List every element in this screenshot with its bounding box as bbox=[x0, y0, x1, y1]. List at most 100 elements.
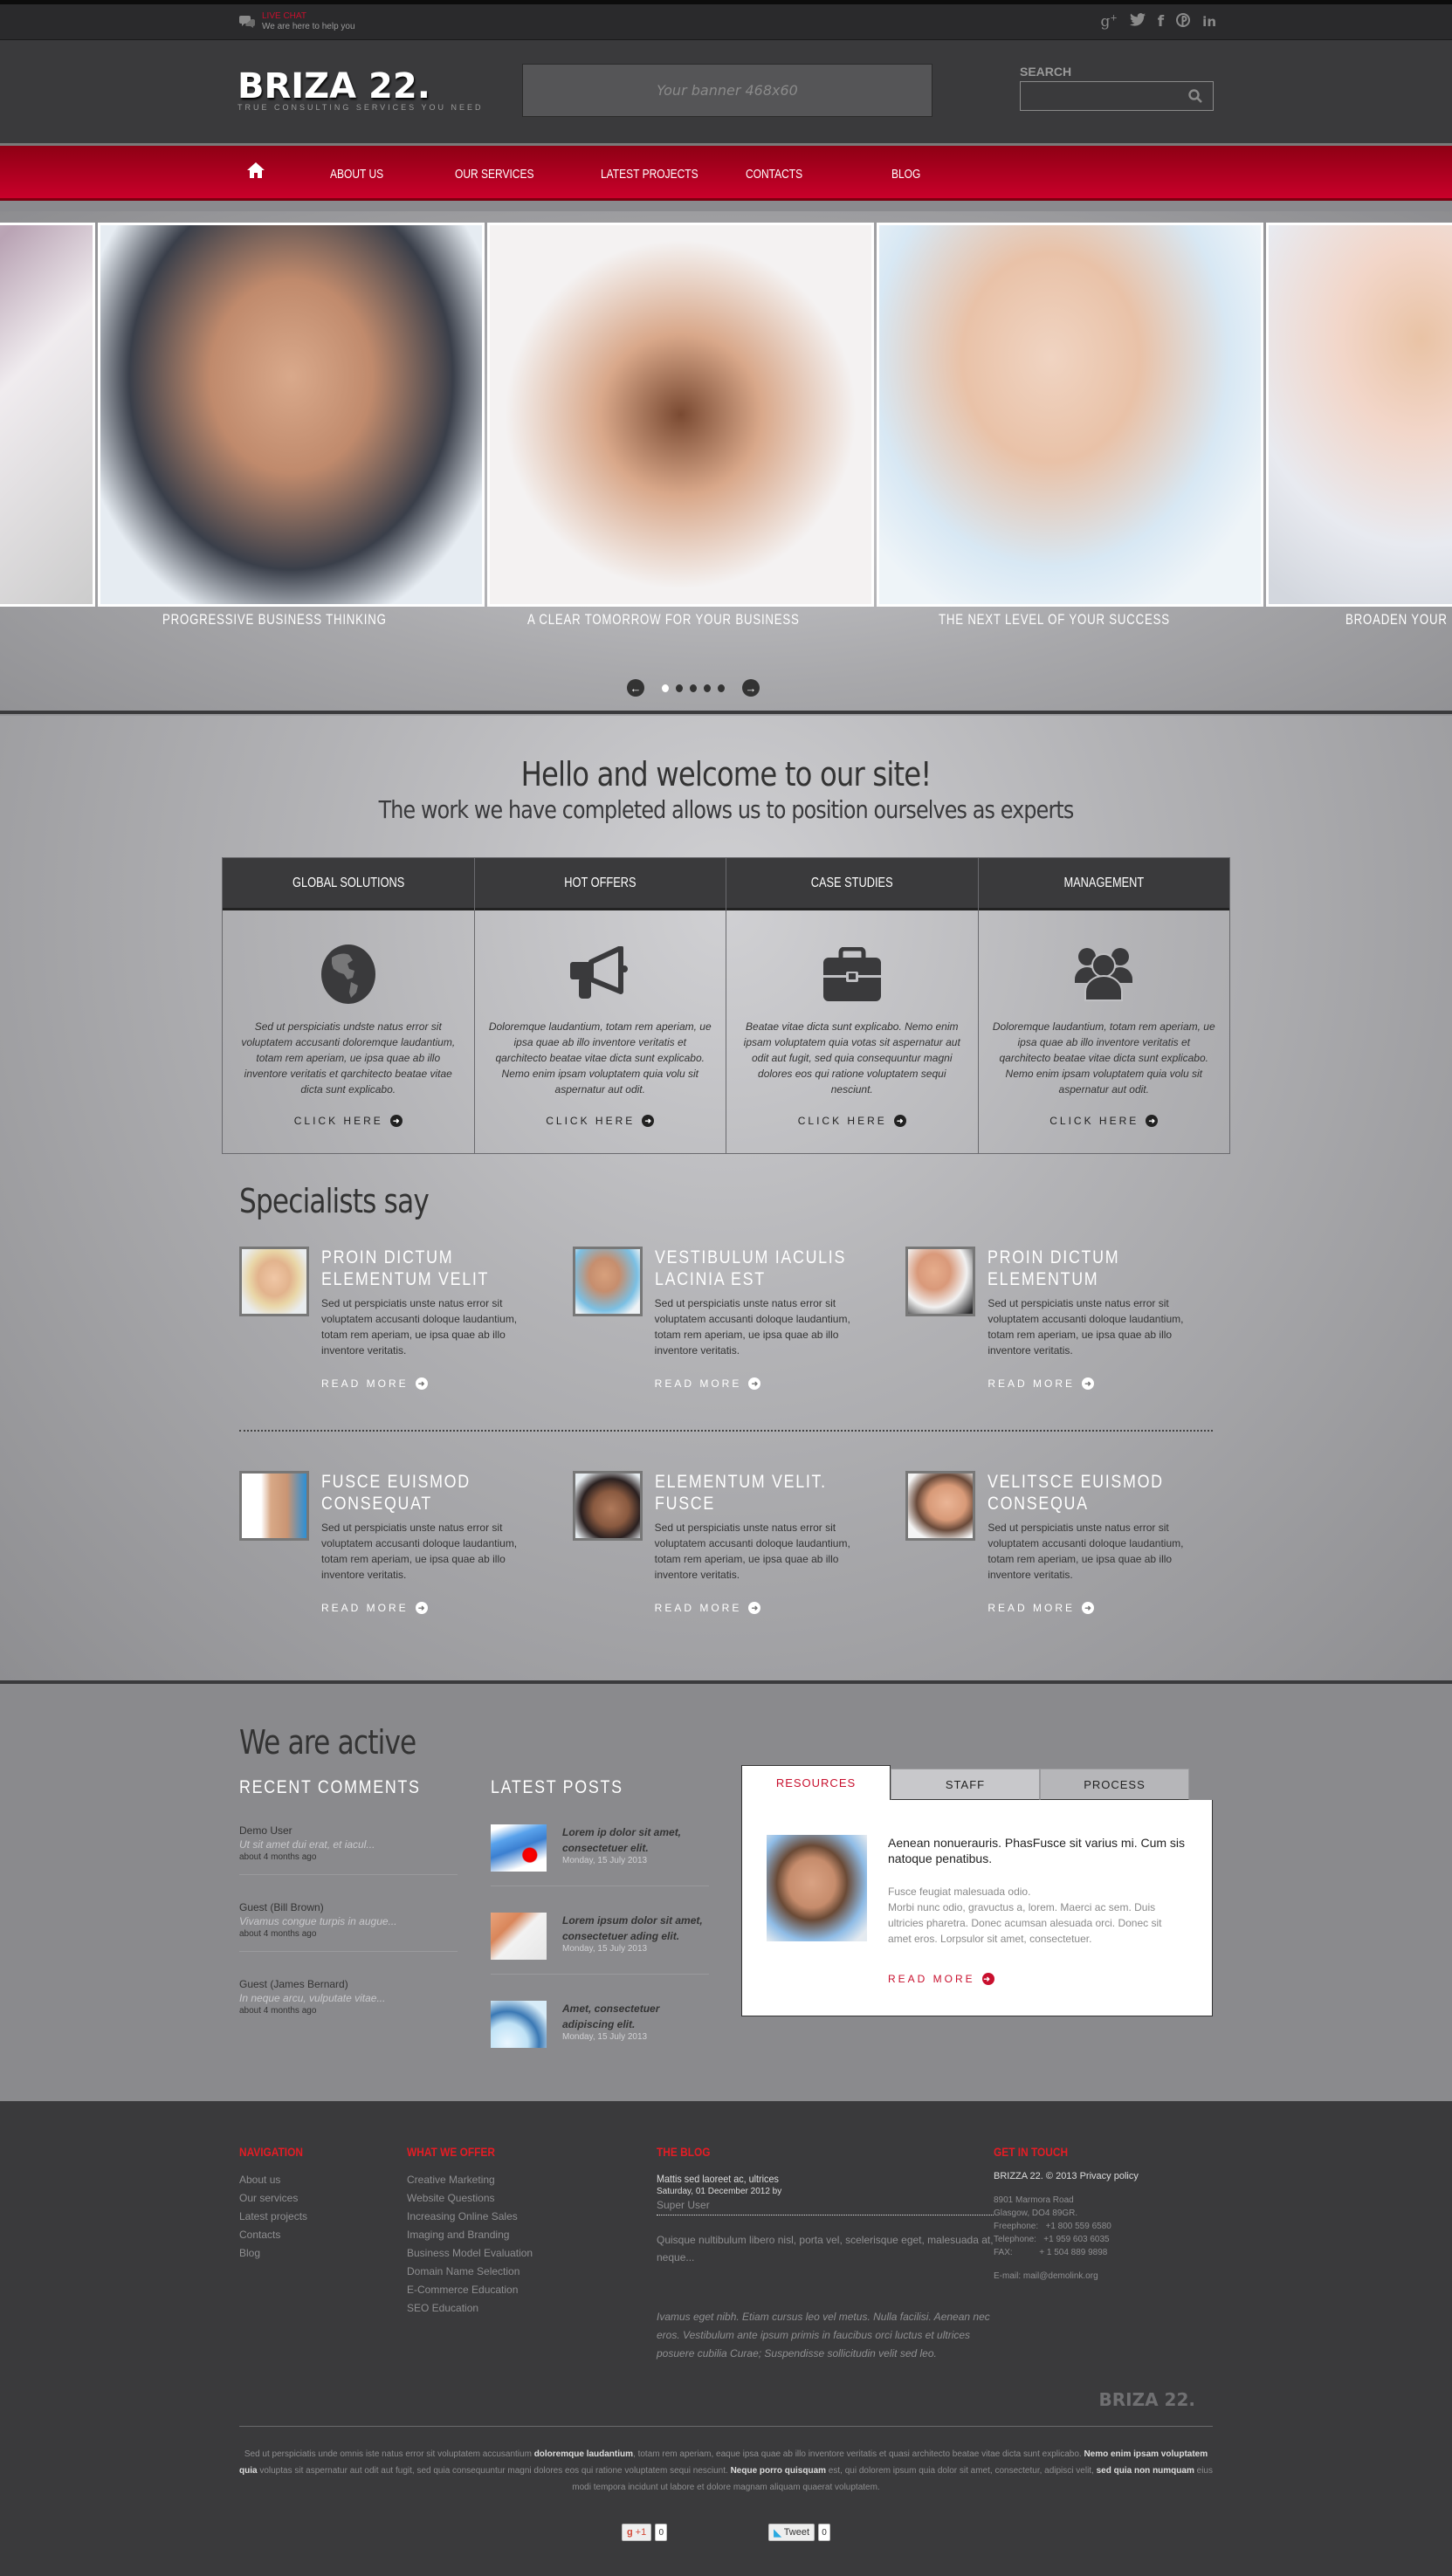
search-box bbox=[1020, 81, 1214, 111]
slide-caption: A CLEAR TOMORROW FOR YOUR BUSINESS bbox=[527, 611, 800, 628]
tweet-label: Tweet bbox=[783, 2527, 810, 2538]
slider-dot[interactable] bbox=[718, 683, 725, 692]
footer-offer-link[interactable]: Imaging and Branding bbox=[407, 2226, 657, 2244]
post-item[interactable]: Amet, consectetuer adipiscing elit. Mond… bbox=[491, 1975, 709, 2062]
google-plus-share[interactable]: g +1 0 bbox=[621, 2524, 668, 2541]
twitter-icon[interactable] bbox=[1129, 13, 1146, 31]
read-more-link[interactable]: READ MORE ➜ bbox=[655, 1602, 761, 1614]
google-plus-icon[interactable]: g+ bbox=[1100, 13, 1117, 31]
footer-link-blog[interactable]: Blog bbox=[239, 2244, 407, 2263]
feature-text: Doloremque laudantium, totam rem aperiam… bbox=[992, 1020, 1215, 1096]
footer-offer: WHAT WE OFFER Creative Marketing Website… bbox=[407, 2145, 657, 2363]
email[interactable]: E-mail: mail@demolink.org bbox=[994, 2270, 1212, 2283]
click-here-link[interactable]: CLICK HERE ➜ bbox=[294, 1115, 403, 1127]
specialist-card: PROIN DICTUM ELEMENTUM Sed ut perspiciat… bbox=[905, 1247, 1213, 1421]
post-title: Lorem ip dolor sit amet, consectetuer el… bbox=[562, 1826, 682, 1854]
slider-dot[interactable] bbox=[704, 683, 711, 692]
post-item[interactable]: Lorem ipsum dolor sit amet, consectetuer… bbox=[491, 1886, 709, 1975]
blog-post-title[interactable]: Mattis sed laoreet ac, ultrices bbox=[657, 2171, 960, 2187]
divider bbox=[0, 711, 1452, 716]
footer-link-about-us[interactable]: About us bbox=[239, 2171, 407, 2189]
search-input[interactable] bbox=[1021, 82, 1178, 110]
banner-placeholder[interactable]: Your banner 468x60 bbox=[522, 64, 932, 117]
pinterest-icon[interactable] bbox=[1176, 12, 1191, 31]
footer: NAVIGATION About us Our services Latest … bbox=[0, 2101, 1452, 2576]
slide-image[interactable] bbox=[98, 223, 485, 607]
comment-item[interactable]: Demo User Ut sit amet dui erat, et iacul… bbox=[239, 1798, 458, 1875]
logo[interactable]: BRIZA 22. TRUE CONSULTING SERVICES YOU N… bbox=[237, 66, 484, 112]
footer-link-our-services[interactable]: Our services bbox=[239, 2189, 407, 2208]
linkedin-icon[interactable]: in bbox=[1202, 14, 1216, 30]
tab-staff[interactable]: STAFF bbox=[891, 1769, 1040, 1800]
arrow-circle-right-icon: ➜ bbox=[1082, 1602, 1095, 1614]
post-item[interactable]: Lorem ip dolor sit amet, consectetuer el… bbox=[491, 1798, 709, 1886]
footer-offer-link[interactable]: Increasing Online Sales bbox=[407, 2208, 657, 2226]
click-here-link[interactable]: CLICK HERE ➜ bbox=[798, 1115, 906, 1127]
footer-blog-title: THE BLOG bbox=[657, 2145, 711, 2159]
read-more-link[interactable]: READ MORE ➜ bbox=[987, 1602, 1095, 1614]
facebook-icon[interactable]: f bbox=[1158, 13, 1164, 31]
arrow-circle-right-icon: ➜ bbox=[1146, 1115, 1159, 1127]
slide-image[interactable] bbox=[1266, 223, 1452, 607]
footer-offer-link[interactable]: Business Model Evaluation bbox=[407, 2244, 657, 2263]
nav-our-services[interactable]: OUR SERVICES bbox=[455, 167, 533, 182]
read-more-link[interactable]: READ MORE ➜ bbox=[987, 1377, 1095, 1390]
slider-dot[interactable] bbox=[676, 683, 683, 692]
comment-date: about 4 months ago bbox=[239, 2006, 317, 2016]
specialist-name: VESTIBULUM IACULIS LACINIA EST bbox=[654, 1247, 846, 1289]
main-nav: ABOUT US OUR SERVICES LATEST PROJECTS CO… bbox=[0, 143, 1452, 201]
footer-logo[interactable]: BRIZA 22. bbox=[239, 2389, 1213, 2410]
nav-contacts[interactable]: CONTACTS bbox=[746, 167, 802, 182]
footer-offer-link[interactable]: E-Commerce Education bbox=[407, 2281, 657, 2299]
live-chat[interactable]: LIVE CHAT We are here to help you bbox=[239, 11, 355, 32]
slider-dot[interactable] bbox=[690, 683, 697, 692]
comment-item[interactable]: Guest (Bill Brown) Vivamus congue turpis… bbox=[239, 1875, 458, 1952]
nav-latest-projects[interactable]: LATEST PROJECTS bbox=[601, 167, 698, 182]
tab-process[interactable]: PROCESS bbox=[1040, 1769, 1189, 1800]
dotted-divider bbox=[239, 1430, 1213, 1432]
slide-image[interactable] bbox=[0, 223, 95, 607]
nav-blog[interactable]: BLOG bbox=[891, 167, 920, 182]
arrow-circle-right-icon: ➜ bbox=[748, 1602, 761, 1614]
read-more-link[interactable]: READ MORE ➜ bbox=[321, 1377, 428, 1390]
footer-offer-link[interactable]: Creative Marketing bbox=[407, 2171, 657, 2189]
blog-date: Saturday, 01 December 2012 by bbox=[657, 2187, 782, 2196]
search-icon[interactable] bbox=[1188, 89, 1202, 103]
slide-image[interactable] bbox=[877, 223, 1263, 607]
click-here-link[interactable]: CLICK HERE ➜ bbox=[546, 1115, 655, 1127]
next-arrow-icon[interactable]: → bbox=[742, 679, 760, 697]
slider-dot[interactable] bbox=[662, 683, 669, 692]
footer-text-part: , totam rem aperiam, eaque ipsa quae ab … bbox=[633, 2449, 1084, 2459]
footer-link-contacts[interactable]: Contacts bbox=[239, 2226, 407, 2244]
nav-about-us[interactable]: ABOUT US bbox=[330, 167, 383, 182]
freephone: Freephone: +1 800 559 6580 bbox=[994, 2222, 1111, 2231]
tab-panel: Aenean nonuerauris. PhasFusce sit varius… bbox=[741, 1800, 1213, 2016]
blog-author-link[interactable]: Super User bbox=[657, 2196, 994, 2215]
footer-offer-link[interactable]: Website Questions bbox=[407, 2189, 657, 2208]
read-more-link[interactable]: READ MORE ➜ bbox=[321, 1602, 428, 1614]
tab-resources[interactable]: RESOURCES bbox=[741, 1765, 891, 1800]
gplus-label: +1 bbox=[635, 2527, 647, 2538]
telephone: Telephone: +1 959 603 6035 bbox=[994, 2235, 1110, 2244]
click-here-link[interactable]: CLICK HERE ➜ bbox=[1049, 1115, 1159, 1127]
read-more-link[interactable]: READ MORE ➜ bbox=[888, 1973, 994, 1985]
tweet-share[interactable]: ◣ Tweet 0 bbox=[768, 2524, 831, 2541]
footer-offer-link[interactable]: Domain Name Selection bbox=[407, 2263, 657, 2281]
fax: FAX: + 1 504 889 9898 bbox=[994, 2248, 1108, 2257]
footer-text-part: Sed ut perspiciatis unde omnis iste natu… bbox=[244, 2449, 534, 2459]
specialists-grid: PROIN DICTUM ELEMENTUM VELIT Sed ut pers… bbox=[239, 1247, 1213, 1421]
slide-image[interactable] bbox=[487, 223, 874, 607]
arrow-circle-right-icon: ➜ bbox=[415, 1602, 428, 1614]
footer-link-latest-projects[interactable]: Latest projects bbox=[239, 2208, 407, 2226]
read-more-link[interactable]: READ MORE ➜ bbox=[655, 1377, 761, 1390]
prev-arrow-icon[interactable]: ← bbox=[627, 679, 644, 697]
address-line: Glasgow, DO4 89GR. bbox=[994, 2208, 1078, 2218]
comment-item[interactable]: Guest (James Bernard) In neque arcu, vul… bbox=[239, 1952, 458, 2028]
home-icon[interactable] bbox=[246, 161, 267, 183]
post-date: Monday, 15 July 2013 bbox=[562, 2032, 648, 2042]
footer-navigation-title: NAVIGATION bbox=[239, 2145, 303, 2159]
footer-text-part: est, qui dolorem ipsum quia dolor sit am… bbox=[826, 2466, 1097, 2476]
footer-offer-link[interactable]: SEO Education bbox=[407, 2299, 657, 2318]
live-chat-title[interactable]: LIVE CHAT bbox=[262, 11, 355, 22]
post-thumbnail bbox=[491, 2001, 547, 2048]
